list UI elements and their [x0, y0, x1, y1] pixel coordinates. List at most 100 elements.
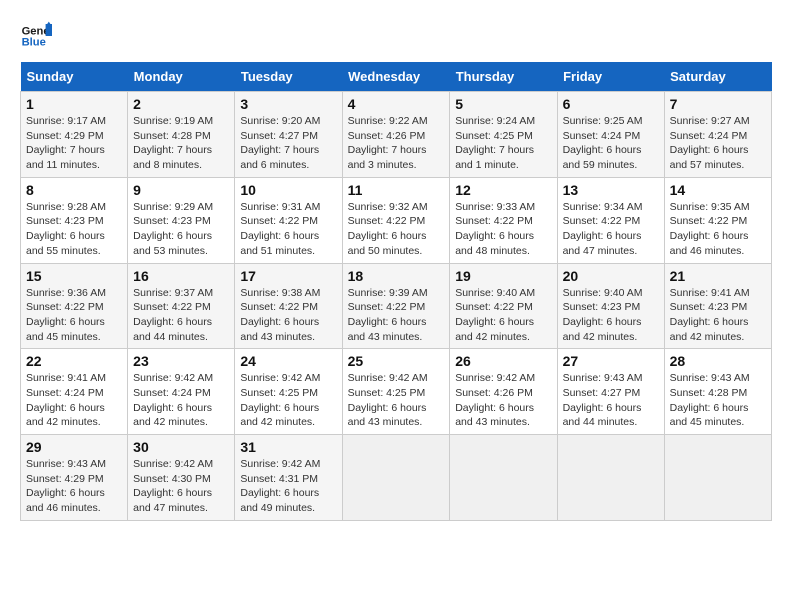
calendar-cell: 24Sunrise: 9:42 AMSunset: 4:25 PMDayligh…	[235, 349, 342, 435]
day-info: Sunrise: 9:31 AMSunset: 4:22 PMDaylight:…	[240, 200, 336, 259]
day-info: Sunrise: 9:43 AMSunset: 4:29 PMDaylight:…	[26, 457, 122, 516]
calendar-cell: 6Sunrise: 9:25 AMSunset: 4:24 PMDaylight…	[557, 92, 664, 178]
calendar-cell	[557, 435, 664, 521]
day-info: Sunrise: 9:33 AMSunset: 4:22 PMDaylight:…	[455, 200, 551, 259]
day-number: 16	[133, 268, 229, 284]
day-info: Sunrise: 9:42 AMSunset: 4:31 PMDaylight:…	[240, 457, 336, 516]
day-number: 23	[133, 353, 229, 369]
day-number: 31	[240, 439, 336, 455]
calendar-cell: 20 Sunrise: 9:40 AMSunset: 4:23 PMDayligh…	[557, 263, 664, 349]
day-number: 27	[563, 353, 659, 369]
day-info: Sunrise: 9:41 AMSunset: 4:23 PMDaylight:…	[670, 286, 766, 345]
day-info: Sunrise: 9:35 AMSunset: 4:22 PMDaylight:…	[670, 200, 766, 259]
day-info: Sunrise: 9:43 AMSunset: 4:27 PMDaylight:…	[563, 371, 659, 430]
calendar-cell: 15Sunrise: 9:36 AMSunset: 4:22 PMDayligh…	[21, 263, 128, 349]
day-number: 2	[133, 96, 229, 112]
calendar-cell	[342, 435, 450, 521]
day-number: 11	[348, 182, 445, 198]
calendar-week-2: 8 Sunrise: 9:28 AMSunset: 4:23 PMDaylight…	[21, 177, 772, 263]
calendar-table: SundayMondayTuesdayWednesdayThursdayFrid…	[20, 62, 772, 521]
day-number: 21	[670, 268, 766, 284]
calendar-cell: 9 Sunrise: 9:29 AMSunset: 4:23 PMDaylight…	[128, 177, 235, 263]
day-number: 13	[563, 182, 659, 198]
day-number: 1	[26, 96, 122, 112]
day-number: 15	[26, 268, 122, 284]
calendar-cell: 23Sunrise: 9:42 AMSunset: 4:24 PMDayligh…	[128, 349, 235, 435]
calendar-cell: 13 Sunrise: 9:34 AMSunset: 4:22 PMDayligh…	[557, 177, 664, 263]
day-info: Sunrise: 9:34 AMSunset: 4:22 PMDaylight:…	[563, 200, 659, 259]
day-info: Sunrise: 9:42 AMSunset: 4:26 PMDaylight:…	[455, 371, 551, 430]
day-info: Sunrise: 9:42 AMSunset: 4:25 PMDaylight:…	[240, 371, 336, 430]
calendar-cell: 31 Sunrise: 9:42 AMSunset: 4:31 PMDayligh…	[235, 435, 342, 521]
calendar-week-3: 15Sunrise: 9:36 AMSunset: 4:22 PMDayligh…	[21, 263, 772, 349]
day-info: Sunrise: 9:28 AMSunset: 4:23 PMDaylight:…	[26, 200, 122, 259]
day-number: 19	[455, 268, 551, 284]
weekday-header-thursday: Thursday	[450, 62, 557, 92]
logo-icon: General Blue	[20, 20, 52, 52]
weekday-header-sunday: Sunday	[21, 62, 128, 92]
calendar-cell	[664, 435, 771, 521]
day-info: Sunrise: 9:40 AMSunset: 4:23 PMDaylight:…	[563, 286, 659, 345]
day-info: Sunrise: 9:42 AMSunset: 4:25 PMDaylight:…	[348, 371, 445, 430]
logo: General Blue	[20, 20, 56, 52]
day-info: Sunrise: 9:24 AMSunset: 4:25 PMDaylight:…	[455, 114, 551, 173]
day-info: Sunrise: 9:29 AMSunset: 4:23 PMDaylight:…	[133, 200, 229, 259]
day-number: 28	[670, 353, 766, 369]
calendar-cell: 26 Sunrise: 9:42 AMSunset: 4:26 PMDayligh…	[450, 349, 557, 435]
day-number: 18	[348, 268, 445, 284]
calendar-cell: 28Sunrise: 9:43 AMSunset: 4:28 PMDayligh…	[664, 349, 771, 435]
day-info: Sunrise: 9:39 AMSunset: 4:22 PMDaylight:…	[348, 286, 445, 345]
calendar-cell	[450, 435, 557, 521]
calendar-cell: 1 Sunrise: 9:17 AMSunset: 4:29 PMDaylight…	[21, 92, 128, 178]
calendar-cell: 10 Sunrise: 9:31 AMSunset: 4:22 PMDayligh…	[235, 177, 342, 263]
calendar-cell: 29 Sunrise: 9:43 AMSunset: 4:29 PMDayligh…	[21, 435, 128, 521]
calendar-cell: 11 Sunrise: 9:32 AMSunset: 4:22 PMDayligh…	[342, 177, 450, 263]
calendar-cell: 21 Sunrise: 9:41 AMSunset: 4:23 PMDayligh…	[664, 263, 771, 349]
calendar-cell: 5 Sunrise: 9:24 AMSunset: 4:25 PMDaylight…	[450, 92, 557, 178]
day-info: Sunrise: 9:37 AMSunset: 4:22 PMDaylight:…	[133, 286, 229, 345]
calendar-cell: 3Sunrise: 9:20 AMSunset: 4:27 PMDaylight…	[235, 92, 342, 178]
day-info: Sunrise: 9:42 AMSunset: 4:30 PMDaylight:…	[133, 457, 229, 516]
day-info: Sunrise: 9:38 AMSunset: 4:22 PMDaylight:…	[240, 286, 336, 345]
day-number: 12	[455, 182, 551, 198]
calendar-cell: 22 Sunrise: 9:41 AMSunset: 4:24 PMDayligh…	[21, 349, 128, 435]
weekday-header-monday: Monday	[128, 62, 235, 92]
day-info: Sunrise: 9:19 AMSunset: 4:28 PMDaylight:…	[133, 114, 229, 173]
day-info: Sunrise: 9:32 AMSunset: 4:22 PMDaylight:…	[348, 200, 445, 259]
day-number: 22	[26, 353, 122, 369]
calendar-cell: 4Sunrise: 9:22 AMSunset: 4:26 PMDaylight…	[342, 92, 450, 178]
calendar-cell: 17 Sunrise: 9:38 AMSunset: 4:22 PMDayligh…	[235, 263, 342, 349]
day-number: 8	[26, 182, 122, 198]
calendar-cell: 7 Sunrise: 9:27 AMSunset: 4:24 PMDaylight…	[664, 92, 771, 178]
weekday-header-tuesday: Tuesday	[235, 62, 342, 92]
calendar-cell: 25Sunrise: 9:42 AMSunset: 4:25 PMDayligh…	[342, 349, 450, 435]
day-info: Sunrise: 9:17 AMSunset: 4:29 PMDaylight:…	[26, 114, 122, 173]
calendar-cell: 18 Sunrise: 9:39 AMSunset: 4:22 PMDayligh…	[342, 263, 450, 349]
day-number: 10	[240, 182, 336, 198]
day-number: 26	[455, 353, 551, 369]
day-info: Sunrise: 9:41 AMSunset: 4:24 PMDaylight:…	[26, 371, 122, 430]
calendar-cell: 30 Sunrise: 9:42 AMSunset: 4:30 PMDayligh…	[128, 435, 235, 521]
calendar-cell: 2 Sunrise: 9:19 AMSunset: 4:28 PMDaylight…	[128, 92, 235, 178]
weekday-header-saturday: Saturday	[664, 62, 771, 92]
day-number: 5	[455, 96, 551, 112]
day-info: Sunrise: 9:40 AMSunset: 4:22 PMDaylight:…	[455, 286, 551, 345]
day-number: 20	[563, 268, 659, 284]
weekday-header-friday: Friday	[557, 62, 664, 92]
calendar-cell: 12 Sunrise: 9:33 AMSunset: 4:22 PMDayligh…	[450, 177, 557, 263]
calendar-cell: 8 Sunrise: 9:28 AMSunset: 4:23 PMDaylight…	[21, 177, 128, 263]
day-info: Sunrise: 9:27 AMSunset: 4:24 PMDaylight:…	[670, 114, 766, 173]
day-number: 7	[670, 96, 766, 112]
day-info: Sunrise: 9:22 AMSunset: 4:26 PMDaylight:…	[348, 114, 445, 173]
calendar-cell: 19 Sunrise: 9:40 AMSunset: 4:22 PMDayligh…	[450, 263, 557, 349]
day-number: 30	[133, 439, 229, 455]
weekday-header-wednesday: Wednesday	[342, 62, 450, 92]
day-number: 14	[670, 182, 766, 198]
day-info: Sunrise: 9:25 AMSunset: 4:24 PMDaylight:…	[563, 114, 659, 173]
calendar-cell: 27 Sunrise: 9:43 AMSunset: 4:27 PMDayligh…	[557, 349, 664, 435]
day-number: 9	[133, 182, 229, 198]
svg-text:Blue: Blue	[22, 37, 46, 49]
day-number: 17	[240, 268, 336, 284]
day-number: 29	[26, 439, 122, 455]
header: General Blue	[20, 20, 772, 52]
